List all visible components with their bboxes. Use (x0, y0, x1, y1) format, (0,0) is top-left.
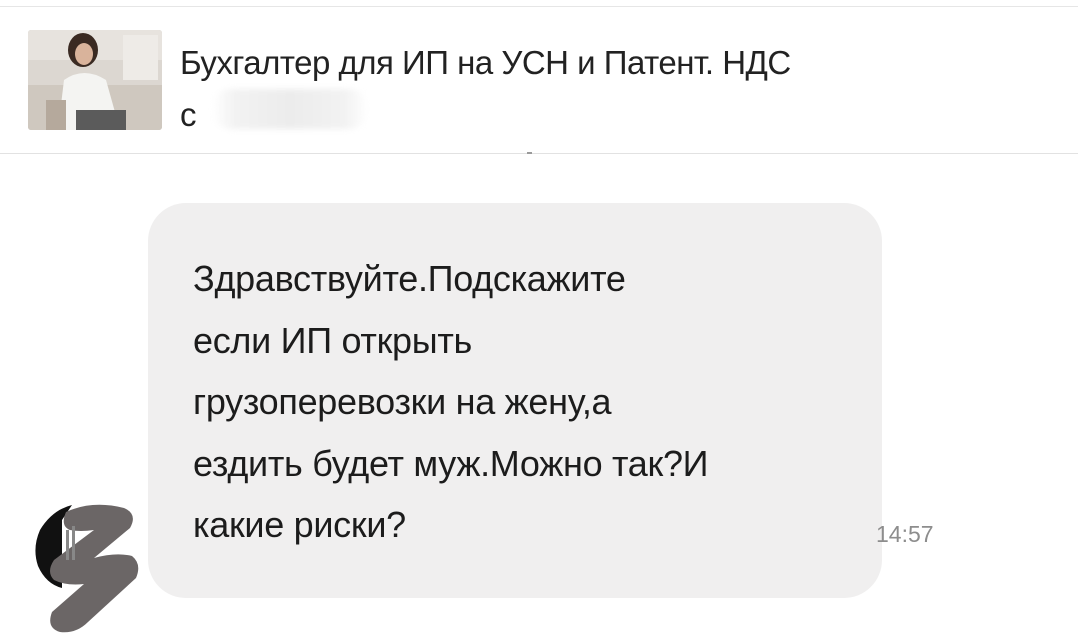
channel-avatar[interactable] (28, 30, 162, 130)
redaction-smudge (212, 89, 368, 129)
chat-header[interactable]: Бухгалтер для ИП на УСН и Патент. НДС с (0, 7, 1078, 153)
message-line: ездить будет муж.Можно так?И (193, 442, 709, 484)
scroll-indicator (527, 152, 532, 154)
channel-title-line-1: Бухгалтер для ИП на УСН и Патент. НДС (180, 44, 791, 81)
message-line: грузоперевозки на жену,а (193, 381, 612, 422)
channel-photo-icon (28, 30, 162, 130)
message-line: Здравствуйте.Подскажите (193, 258, 626, 299)
message-timestamp: 14:57 (876, 521, 934, 547)
chat-screen: Бухгалтер для ИП на УСН и Патент. НДС с … (0, 0, 1078, 637)
redacted-avatar-icon (35, 504, 139, 633)
message-line: если ИП открыть (193, 319, 473, 361)
message-line: какие риски? (193, 504, 406, 545)
header-divider (0, 153, 1078, 154)
sender-avatar[interactable] (32, 500, 144, 637)
message-text: Здравствуйте.Подскажите если ИП открыть … (193, 248, 843, 556)
